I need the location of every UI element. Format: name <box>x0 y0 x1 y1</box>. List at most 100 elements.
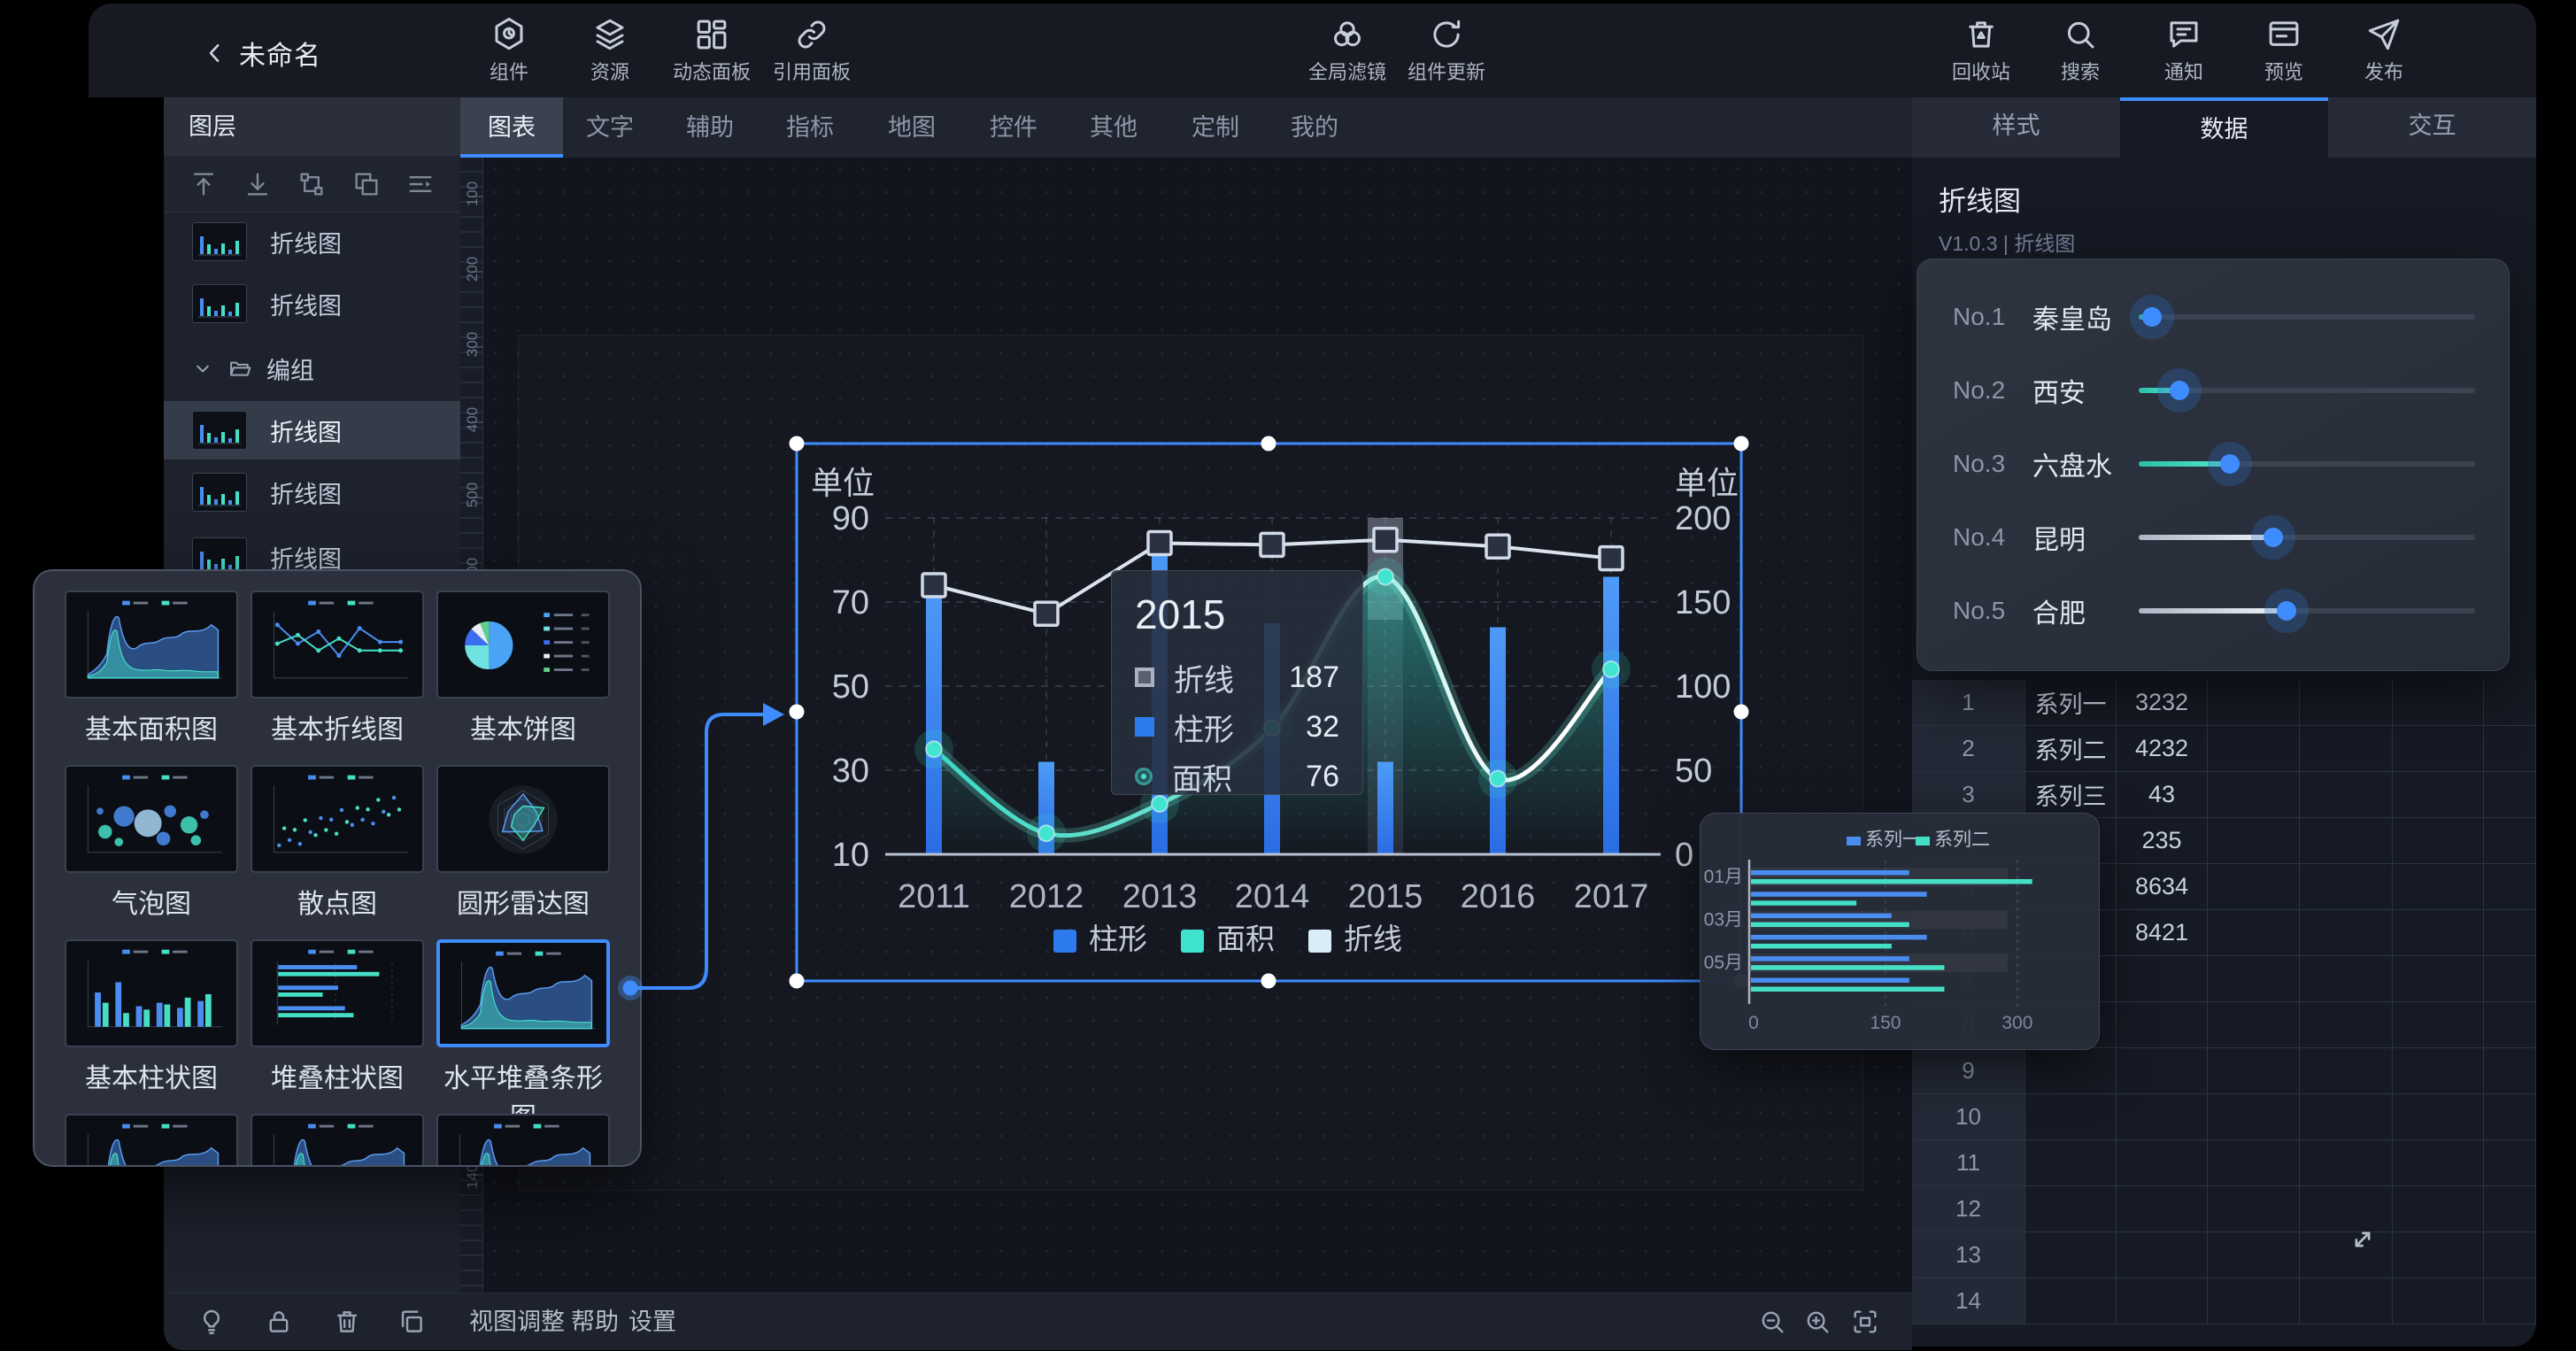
rank-slider[interactable] <box>2139 461 2475 467</box>
chevron-down-icon[interactable] <box>190 356 215 381</box>
tab-6[interactable]: 其他 <box>1064 97 1163 158</box>
table-cell[interactable] <box>2025 1140 2117 1186</box>
slider-thumb[interactable] <box>2264 528 2283 547</box>
table-cell[interactable] <box>2300 772 2393 818</box>
table-cell[interactable] <box>2025 1232 2117 1278</box>
layer-row[interactable]: 折线图 <box>164 401 460 459</box>
table-cell[interactable] <box>2208 1278 2300 1324</box>
table-cell[interactable] <box>2208 1232 2300 1278</box>
mini-legend-item[interactable]: 系列二 <box>1916 830 1990 850</box>
tab-7[interactable]: 定制 <box>1166 97 1265 158</box>
reference-panel-tool[interactable]: 引用面板 <box>745 4 878 85</box>
rank-slider[interactable] <box>2139 314 2475 320</box>
move-top-icon[interactable] <box>189 169 219 199</box>
table-cell[interactable] <box>2208 956 2300 1002</box>
group-icon[interactable] <box>297 169 327 199</box>
gallery-item-radar[interactable] <box>436 765 610 873</box>
table-cell[interactable] <box>2393 680 2484 726</box>
table-cell[interactable] <box>2484 680 2536 726</box>
table-cell[interactable]: 系列一 <box>2025 680 2117 726</box>
bar-series-bar[interactable] <box>1377 762 1393 855</box>
tab-4[interactable]: 地图 <box>862 97 961 158</box>
move-bottom-icon[interactable] <box>243 169 273 199</box>
table-cell[interactable] <box>2393 772 2484 818</box>
layer-row[interactable]: 折线图 <box>164 274 460 333</box>
layer-row[interactable]: 折线图 <box>164 463 460 521</box>
table-cell[interactable] <box>2484 1140 2536 1186</box>
zoom-out-button[interactable] <box>1757 1307 1787 1337</box>
selection-handle[interactable] <box>1261 974 1276 989</box>
bar-series-bar[interactable] <box>1490 628 1506 855</box>
lock-button[interactable] <box>264 1307 294 1337</box>
table-cell[interactable] <box>2484 1094 2536 1140</box>
table-cell[interactable] <box>2484 1048 2536 1094</box>
gallery-item-hbar[interactable] <box>251 939 424 1047</box>
selection-handle[interactable] <box>790 974 805 989</box>
table-cell[interactable] <box>2393 1094 2484 1140</box>
rank-slider[interactable] <box>2139 535 2475 540</box>
table-cell[interactable] <box>2393 1002 2484 1048</box>
idea-button[interactable] <box>197 1307 227 1337</box>
table-cell[interactable] <box>2484 910 2536 956</box>
table-cell[interactable] <box>2484 864 2536 910</box>
ungroup-icon[interactable] <box>351 169 382 199</box>
table-cell[interactable] <box>2117 1186 2208 1232</box>
table-cell[interactable] <box>2025 1048 2117 1094</box>
table-cell[interactable] <box>2208 1002 2300 1048</box>
status-menu-0[interactable]: 视图调整 <box>469 1293 565 1351</box>
table-cell[interactable] <box>2393 956 2484 1002</box>
table-cell[interactable] <box>2484 1186 2536 1232</box>
table-cell[interactable] <box>2393 910 2484 956</box>
table-cell[interactable] <box>2208 1140 2300 1186</box>
slider-thumb[interactable] <box>2170 381 2189 400</box>
table-cell[interactable]: 4232 <box>2117 726 2208 772</box>
gallery-item-bar[interactable] <box>65 939 238 1047</box>
mini-legend-item[interactable]: 系列一 <box>1847 830 1921 850</box>
table-cell[interactable] <box>2300 1048 2393 1094</box>
table-cell[interactable] <box>2393 864 2484 910</box>
tab-1[interactable]: 文字 <box>560 97 659 158</box>
layer-row[interactable]: 折线图 <box>164 212 460 271</box>
component-update-tool[interactable]: 组件更新 <box>1380 4 1513 85</box>
tab-5[interactable]: 控件 <box>964 97 1063 158</box>
table-cell[interactable]: 系列二 <box>2025 726 2117 772</box>
table-cell[interactable] <box>2300 1140 2393 1186</box>
table-cell[interactable] <box>2484 1278 2536 1324</box>
inspector-tab-1[interactable]: 数据 <box>2120 97 2328 158</box>
bar-series-bar[interactable] <box>926 577 942 855</box>
table-cell[interactable] <box>2208 726 2300 772</box>
table-cell[interactable] <box>2300 818 2393 864</box>
table-cell[interactable] <box>2025 1094 2117 1140</box>
slider-thumb[interactable] <box>2142 307 2162 327</box>
table-cell[interactable]: 系列三 <box>2025 772 2117 818</box>
status-menu-2[interactable]: 设置 <box>629 1293 676 1351</box>
publish-tool[interactable]: 发布 <box>2318 4 2450 85</box>
tab-0[interactable]: 图表 <box>460 97 563 158</box>
table-cell[interactable] <box>2484 818 2536 864</box>
bar-series-bar[interactable] <box>1603 577 1619 855</box>
table-cell[interactable] <box>2300 680 2393 726</box>
table-cell[interactable] <box>2025 1186 2117 1232</box>
selection-handle[interactable] <box>1734 436 1749 452</box>
rank-slider[interactable] <box>2139 608 2475 614</box>
delete-button[interactable] <box>332 1307 362 1337</box>
status-menu-1[interactable]: 帮助 <box>571 1293 619 1351</box>
table-cell[interactable] <box>2484 1232 2536 1278</box>
breadcrumb[interactable]: 未命名 <box>202 34 321 73</box>
gallery-item-area[interactable] <box>251 1114 424 1167</box>
selection-handle[interactable] <box>1261 436 1276 452</box>
layer-list-icon[interactable] <box>405 169 436 199</box>
tab-3[interactable]: 指标 <box>760 97 860 158</box>
table-cell[interactable] <box>2117 1140 2208 1186</box>
resize-icon[interactable] <box>2346 1223 2379 1256</box>
table-cell[interactable]: 43 <box>2117 772 2208 818</box>
inspector-tab-2[interactable]: 交互 <box>2328 97 2536 158</box>
table-cell[interactable] <box>2117 956 2208 1002</box>
table-cell[interactable] <box>2393 1186 2484 1232</box>
tab-2[interactable]: 辅助 <box>660 97 760 158</box>
gallery-item-pie[interactable] <box>436 591 610 699</box>
table-cell[interactable] <box>2484 1002 2536 1048</box>
table-cell[interactable] <box>2117 1094 2208 1140</box>
table-cell[interactable] <box>2117 1048 2208 1094</box>
fit-screen-button[interactable] <box>1850 1307 1880 1337</box>
